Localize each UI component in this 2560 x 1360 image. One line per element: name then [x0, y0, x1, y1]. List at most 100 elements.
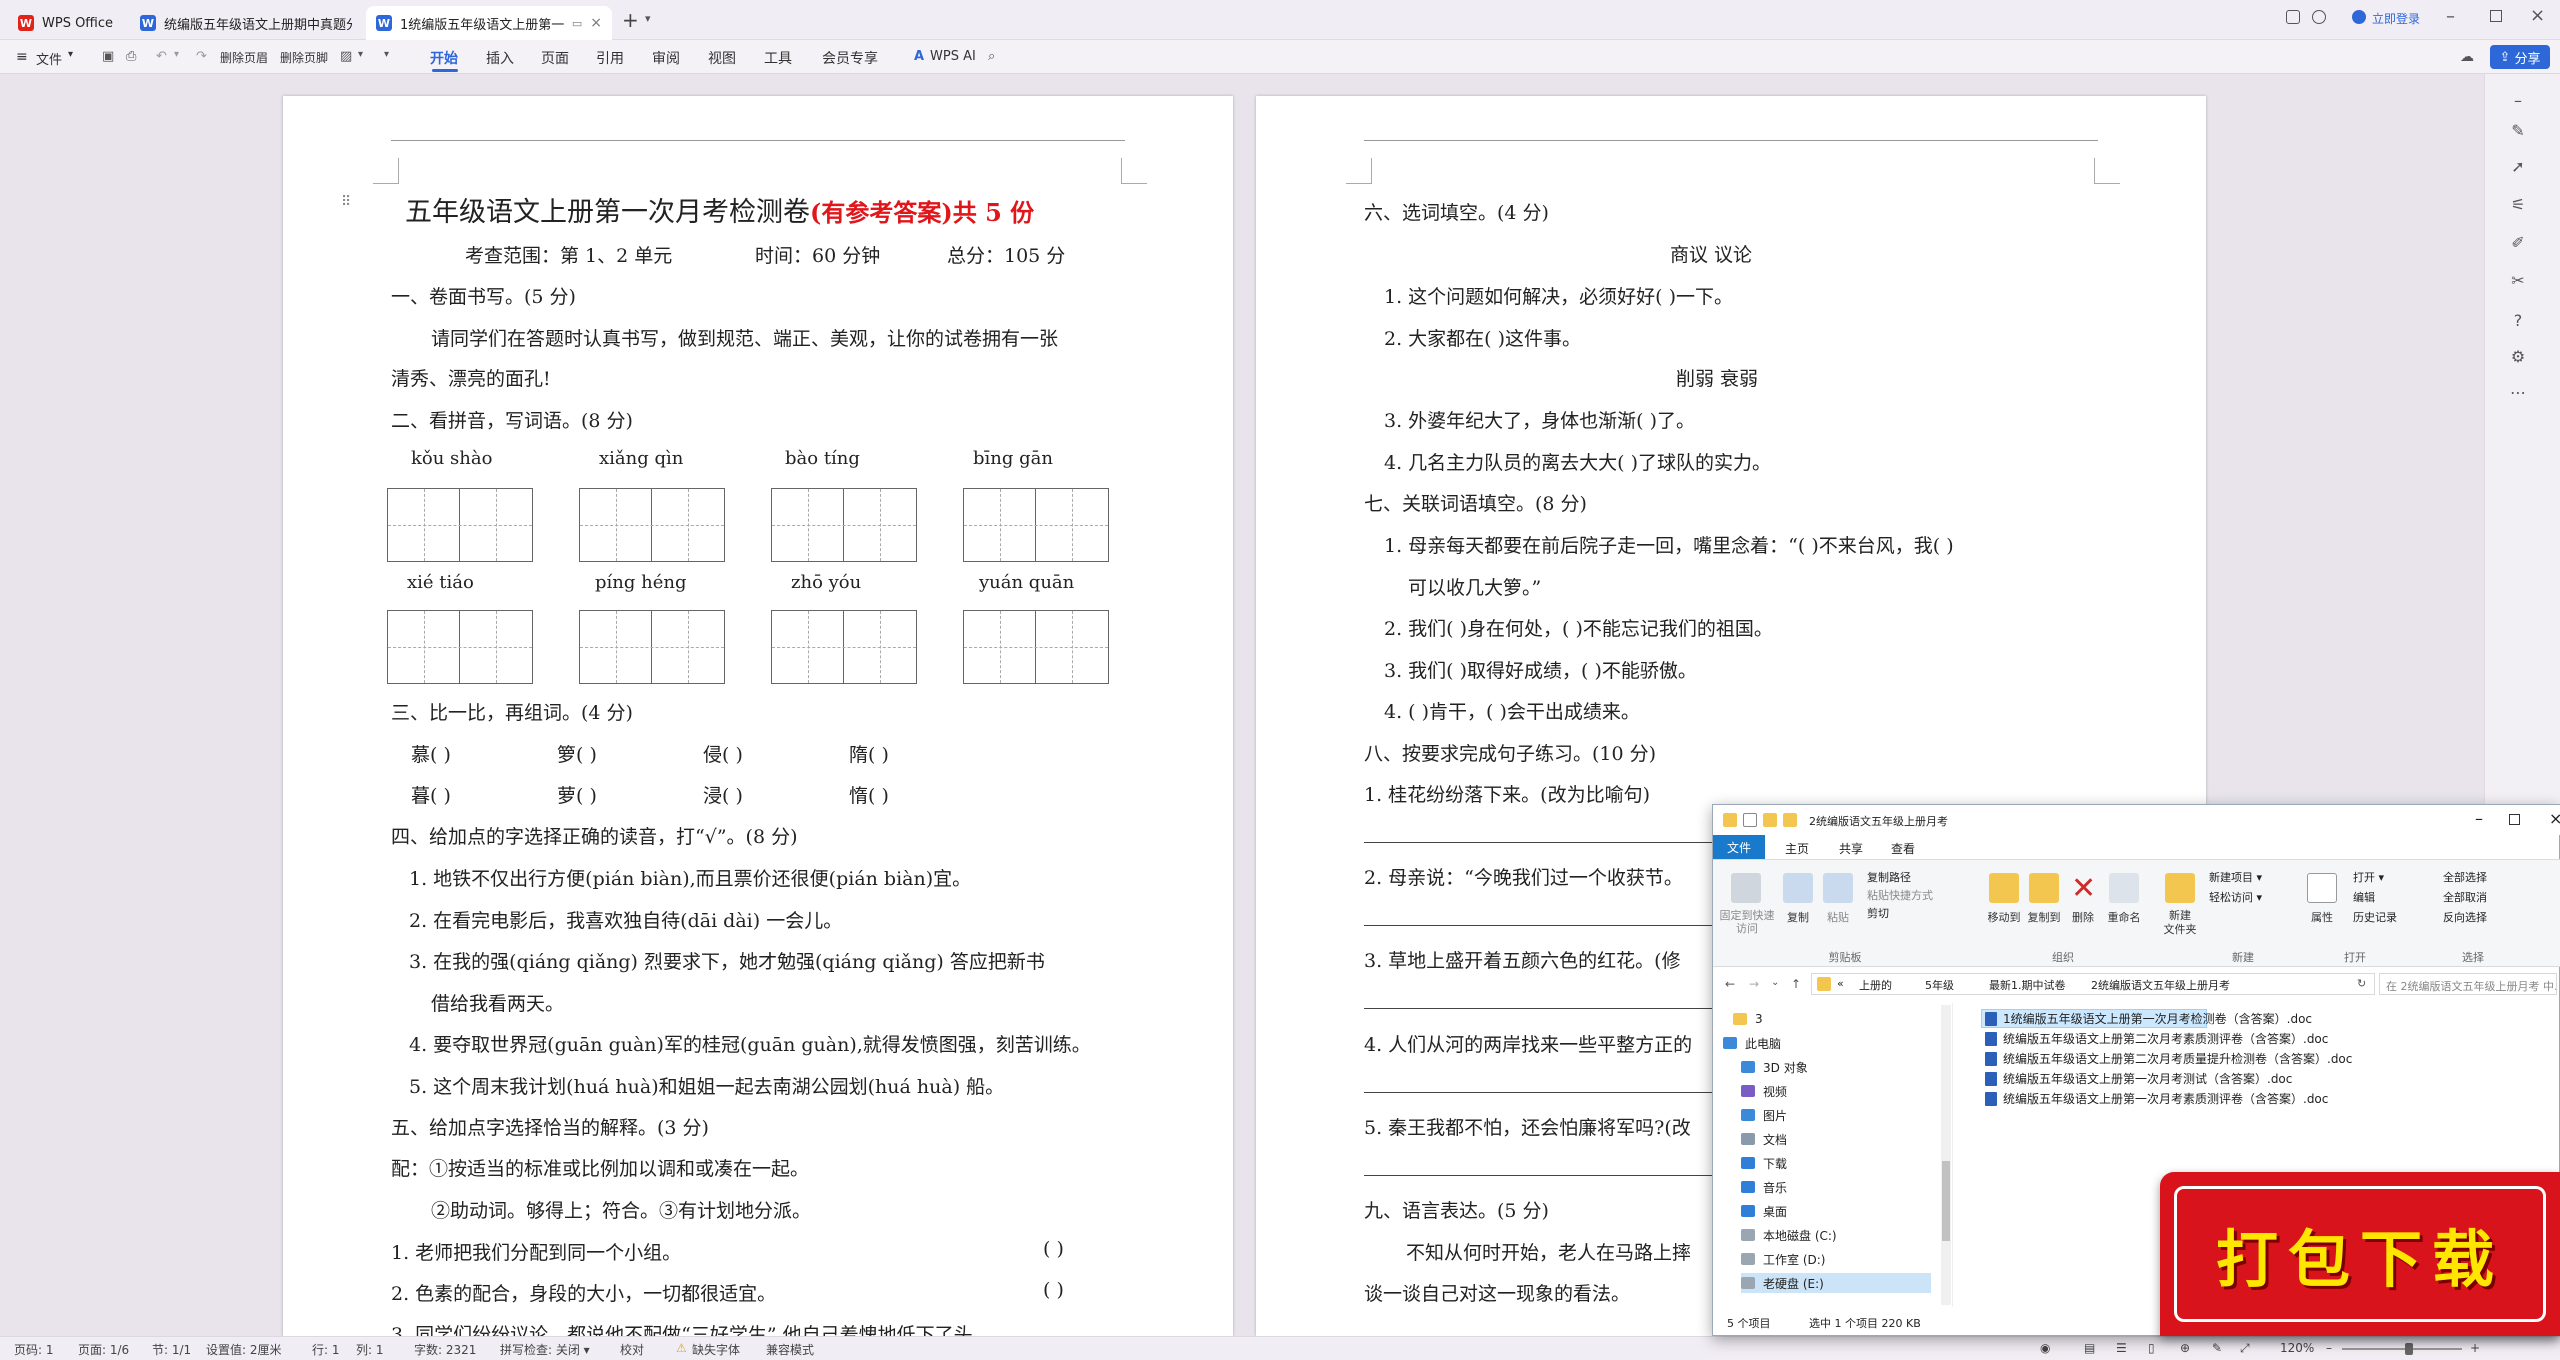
fit-icon[interactable]: ⤢ [2240, 1341, 2250, 1356]
answer-blank[interactable]: ( ) [1043, 1279, 1064, 1301]
breadcrumb-overflow[interactable]: « [1837, 977, 1844, 990]
copy-button[interactable]: 复制 [1779, 909, 1817, 925]
drag-handle-icon[interactable]: ⠿ [341, 194, 351, 210]
move-to-icon[interactable] [1989, 873, 2019, 903]
read-view-icon[interactable]: ▯ [2148, 1341, 2155, 1355]
chevron-down-icon[interactable]: ▾ [645, 12, 651, 25]
file-menu[interactable]: 文件 [36, 49, 62, 68]
nav-scrollbar-thumb[interactable] [1942, 1161, 1950, 1241]
nav-item[interactable]: 下载 [1741, 1153, 1787, 1173]
answer-line[interactable] [1364, 925, 1714, 926]
paste-shortcut-button[interactable]: 粘贴快捷方式 [1867, 887, 1933, 903]
nav-item[interactable]: 音乐 [1741, 1177, 1787, 1197]
nav-item[interactable]: 桌面 [1741, 1201, 1787, 1221]
pin-button[interactable]: 固定到快速访问 [1717, 909, 1777, 935]
maximize-icon[interactable] [2490, 10, 2502, 22]
zoom-level[interactable]: 120% [2280, 1341, 2314, 1355]
answer-blank[interactable]: ( ) [1043, 1238, 1064, 1260]
adjust-icon[interactable]: ⚟ [2507, 194, 2529, 216]
chevron-down-icon[interactable]: ▾ [68, 49, 73, 60]
answer-line[interactable] [1364, 1092, 1714, 1093]
nav-item[interactable]: 本地磁盘 (C:) [1741, 1225, 1837, 1245]
status-spellcheck[interactable]: 拼写检查: 关闭 ▾ [500, 1341, 590, 1358]
zoom-out-icon[interactable]: – [2326, 1341, 2332, 1355]
nav-item[interactable]: 视频 [1741, 1081, 1787, 1101]
pen-icon[interactable]: ✎ [2507, 120, 2529, 142]
back-icon[interactable]: ← [1725, 977, 1735, 991]
cloud-sync-icon[interactable]: ☁ [2460, 49, 2474, 65]
tab-document-midterm[interactable]: W 统编版五年级语文上册期中真题分类 [130, 6, 362, 40]
select-cursor-icon[interactable]: ➚ [2507, 156, 2529, 178]
chevron-down-icon[interactable]: ▾ [384, 49, 389, 60]
pin-icon[interactable] [1731, 873, 1761, 903]
nav-scrollbar[interactable] [1941, 1005, 1951, 1305]
delete-icon[interactable]: ✕ [2071, 871, 2096, 906]
explorer-tab-share[interactable]: 共享 [1839, 840, 1863, 857]
brush-icon[interactable]: ✐ [2507, 232, 2529, 254]
search-input[interactable]: 在 2统编版语文五年级上册月考 中... [2379, 973, 2557, 995]
zoom-in-icon[interactable]: + [2470, 1341, 2480, 1355]
writing-grid[interactable] [963, 610, 1109, 684]
copy-icon[interactable] [1783, 873, 1813, 903]
refresh-icon[interactable]: ↻ [2357, 977, 2366, 990]
monitor-icon[interactable]: ▭ [564, 17, 582, 30]
new-folder-icon[interactable] [2165, 873, 2195, 903]
rename-icon[interactable] [2109, 873, 2139, 903]
status-page[interactable]: 页码: 1 [14, 1341, 54, 1358]
select-none-button[interactable]: 全部取消 [2443, 889, 2487, 905]
nav-item[interactable]: 工作室 (D:) [1741, 1249, 1825, 1269]
properties-icon[interactable] [1743, 813, 1757, 827]
status-missing-font[interactable]: 缺失字体 [692, 1341, 740, 1358]
file-item[interactable]: 1统编版五年级语文上册第一次月考检测卷（含答案）.doc [1985, 1009, 2312, 1028]
page-view-icon[interactable]: ▤ [2084, 1341, 2095, 1355]
history-button[interactable]: 历史记录 [2353, 909, 2397, 925]
easy-access-button[interactable]: 轻松访问 ▾ [2209, 889, 2262, 905]
tab-tools[interactable]: 工具 [764, 48, 792, 68]
nav-item[interactable]: 文档 [1741, 1129, 1787, 1149]
help-icon[interactable]: ? [2507, 310, 2529, 332]
new-folder-icon[interactable] [1763, 813, 1777, 827]
share-button[interactable]: ⇪ 分享 [2490, 45, 2550, 69]
undo-icon[interactable]: ↶ [156, 49, 167, 64]
delete-header-button[interactable]: 删除页眉 [220, 49, 268, 66]
menu-icon[interactable]: ≡ [16, 49, 28, 65]
tab-insert[interactable]: 插入 [486, 48, 514, 68]
edit-view-icon[interactable]: ✎ [2212, 1341, 2222, 1355]
tab-member[interactable]: 会员专享 [822, 48, 878, 68]
nav-item[interactable]: 3D 对象 [1741, 1057, 1808, 1077]
new-item-button[interactable]: 新建项目 ▾ [2209, 869, 2262, 885]
settings-icon[interactable]: ⚙ [2507, 346, 2529, 368]
skin-icon[interactable] [2312, 10, 2326, 24]
writing-grid[interactable] [771, 610, 917, 684]
nav-item-this-pc[interactable]: 此电脑 [1723, 1033, 1781, 1053]
breadcrumb-item[interactable]: 5年级 [1925, 977, 1954, 993]
print-icon[interactable]: ⎙ [126, 49, 136, 64]
chevron-down-icon[interactable]: ▾ [358, 49, 363, 60]
forward-icon[interactable]: → [1749, 977, 1759, 991]
redo-icon[interactable]: ↷ [196, 49, 207, 64]
minimize-icon[interactable]: – [2475, 809, 2483, 828]
writing-grid[interactable] [579, 488, 725, 562]
eye-icon[interactable]: ◉ [2040, 1341, 2050, 1355]
maximize-icon[interactable] [2509, 814, 2520, 825]
explorer-tab-view[interactable]: 查看 [1891, 840, 1915, 857]
up-icon[interactable]: ↑ [1791, 977, 1801, 991]
select-all-button[interactable]: 全部选择 [2443, 869, 2487, 885]
answer-line[interactable] [1364, 842, 1714, 843]
answer-line[interactable] [1364, 1175, 1714, 1176]
edit-button[interactable]: 编辑 [2353, 889, 2375, 905]
status-proofread[interactable]: 校对 [620, 1341, 644, 1358]
file-item[interactable]: 统编版五年级语文上册第二次月考质量提升检测卷（含答案）.doc [1985, 1049, 2352, 1068]
new-folder-button[interactable]: 新建 文件夹 [2153, 909, 2207, 937]
collapse-icon[interactable]: – [2507, 90, 2529, 112]
delete-footer-button[interactable]: 删除页脚 [280, 49, 328, 66]
tab-view[interactable]: 视图 [708, 48, 736, 68]
window-layout-icon[interactable] [2286, 10, 2300, 24]
close-icon[interactable]: × [2549, 809, 2560, 828]
minimize-icon[interactable]: – [2446, 6, 2455, 27]
chevron-down-icon[interactable]: ▾ [174, 49, 179, 60]
wps-ai-button[interactable]: WPS AI [930, 49, 976, 64]
nav-item[interactable]: 3 [1733, 1009, 1763, 1029]
nav-item[interactable]: 图片 [1741, 1105, 1787, 1125]
writing-grid[interactable] [771, 488, 917, 562]
